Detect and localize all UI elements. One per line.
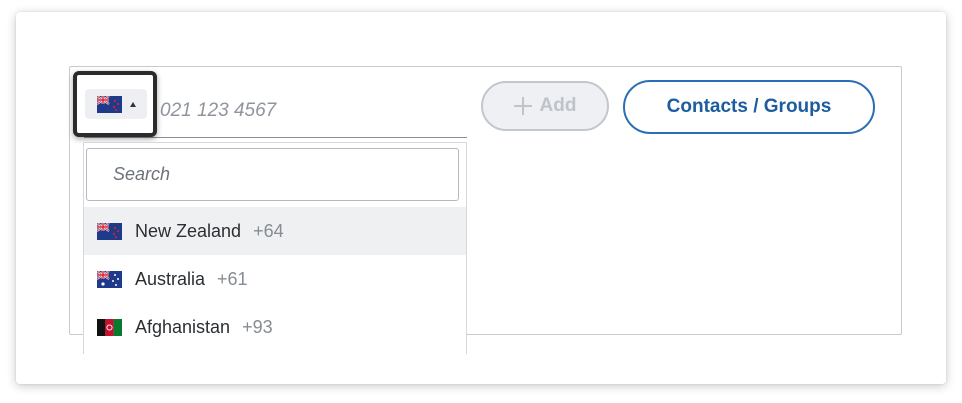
country-list: New Zealand +64 Australia +61 Afghanista…	[84, 207, 466, 351]
country-option-new-zealand[interactable]: New Zealand +64	[84, 207, 466, 255]
country-name: Afghanistan	[135, 316, 231, 337]
country-dial-code: +64	[253, 220, 284, 241]
caret-up-icon	[130, 101, 136, 107]
australia-flag-icon	[97, 270, 122, 288]
country-name: New Zealand	[135, 220, 242, 241]
add-button-label: Add	[539, 95, 577, 116]
country-dial-code: +61	[217, 268, 248, 289]
country-selector-button[interactable]	[73, 71, 157, 137]
country-dropdown: New Zealand +64 Australia +61	[83, 142, 467, 354]
plus-icon	[513, 97, 532, 115]
country-name: Australia	[135, 268, 206, 289]
contacts-groups-label: Contacts / Groups	[666, 96, 832, 117]
country-dial-code: +93	[242, 316, 273, 337]
phone-input-underline	[84, 137, 467, 138]
country-search-input[interactable]	[86, 148, 459, 201]
afghanistan-flag-icon	[97, 318, 122, 336]
country-option-australia[interactable]: Australia +61	[84, 255, 466, 303]
add-button[interactable]: Add	[481, 81, 609, 131]
country-option-afghanistan[interactable]: Afghanistan +93	[84, 303, 466, 351]
phone-number-input[interactable]	[160, 96, 460, 126]
new-zealand-flag-icon	[97, 222, 122, 240]
new-zealand-flag-icon	[97, 95, 122, 113]
country-selector-inner[interactable]	[85, 89, 147, 119]
contacts-groups-button[interactable]: Contacts / Groups	[623, 80, 875, 134]
